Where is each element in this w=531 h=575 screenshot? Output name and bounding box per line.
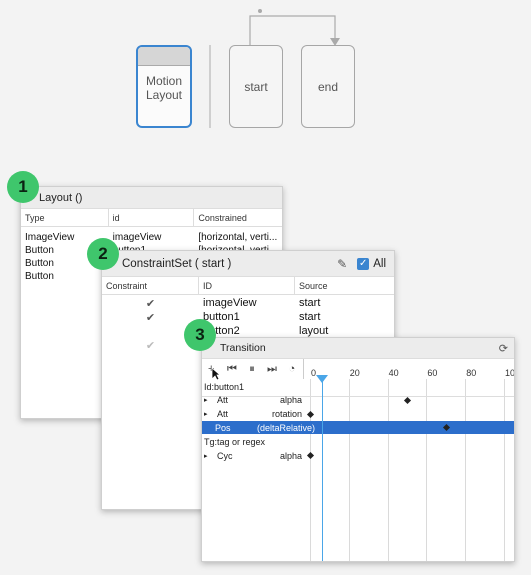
tick-label: 80: [466, 368, 477, 378]
timeline-area: 020406080100Id:button1▸Attalpha▸Attrotat…: [202, 359, 514, 561]
timeline-track[interactable]: ▸ Att alpha: [202, 394, 514, 407]
expand-arrow-icon[interactable]: ▸: [202, 452, 215, 460]
table-row[interactable]: ✔ imageView start: [102, 296, 394, 310]
constraint-source: start: [299, 311, 321, 323]
all-checkbox-label: All: [373, 257, 386, 270]
end-state-node[interactable]: end: [301, 45, 355, 128]
constraint-id: imageView: [203, 297, 257, 309]
skip-back-icon[interactable]: ⏮: [222, 363, 242, 376]
constraintset-title: ConstraintSet ( start ): [122, 257, 232, 270]
check-icon: ✔: [145, 297, 156, 310]
motion-layout-label: Motion Layout: [145, 74, 183, 102]
constraint-source: start: [299, 297, 321, 309]
track-name: Att: [217, 395, 229, 406]
table-cell: Button: [25, 271, 54, 282]
start-state-node[interactable]: start: [229, 45, 283, 128]
table-row[interactable]: ✔ button1 start: [102, 310, 394, 324]
transition-panel: Transition ⟳ + ⏮ ⏸ ⏭ ◔ 020406080100Id:bu…: [201, 337, 515, 562]
skip-forward-icon[interactable]: ⏭: [262, 363, 282, 376]
table-row[interactable]: ImageView imageView [horizontal, verti...: [21, 231, 282, 244]
mouse-cursor-icon: [211, 367, 221, 381]
constraint-source: layout: [299, 325, 329, 337]
column-constraint: Constraint: [102, 277, 199, 294]
playhead-handle[interactable]: [316, 375, 329, 383]
column-id: id: [109, 209, 195, 226]
transition-title: Transition: [220, 342, 266, 354]
constraintset-table-header: Constraint ID Source: [102, 277, 394, 295]
table-cell: [horizontal, verti...: [198, 232, 278, 243]
start-state-label: start: [244, 79, 268, 94]
motion-layout-node[interactable]: Motion Layout: [136, 45, 192, 128]
toolbar-separator: [303, 359, 304, 379]
column-constrained: Constrained: [198, 212, 247, 223]
timeline-track[interactable]: ▸ Att rotation: [202, 408, 514, 421]
expand-arrow-icon[interactable]: ▸: [202, 396, 215, 404]
track-attribute: (deltaRelative): [257, 422, 316, 433]
badge-2: 2: [87, 238, 119, 270]
transition-titlebar: Transition ⟳: [202, 338, 514, 359]
check-icon: ✔: [145, 311, 156, 324]
playhead-line[interactable]: [321, 379, 323, 561]
timeline-group-header[interactable]: Tg:tag or regex: [202, 435, 514, 448]
layout-panel-title: Layout (): [21, 187, 282, 209]
tick-label: 40: [388, 368, 399, 378]
track-attribute: alpha: [279, 450, 302, 461]
speed-icon[interactable]: ◔: [282, 363, 302, 375]
column-id: ID: [199, 277, 295, 294]
pause-icon[interactable]: ⏸: [242, 363, 262, 376]
column-source: Source: [299, 280, 328, 291]
table-cell: imageView: [112, 232, 162, 243]
timeline-track[interactable]: ▸ Cyc alpha: [202, 449, 514, 462]
track-name: Att: [217, 409, 229, 420]
all-checkbox[interactable]: ✓: [357, 257, 370, 270]
group-label: Id:button1: [204, 381, 245, 392]
layout-table-header: Type id Constrained: [21, 209, 282, 227]
constraintset-titlebar: ConstraintSet ( start ) ✎ ✓ All: [102, 251, 394, 277]
track-attribute: rotation: [271, 409, 302, 420]
group-label: Tg:tag or regex: [204, 436, 266, 447]
divider: [209, 45, 211, 128]
table-row[interactable]: button2 layout: [102, 324, 394, 338]
tick-label: 60: [427, 368, 438, 378]
timeline-group-header[interactable]: Id:button1: [202, 380, 514, 393]
transition-arrow: [249, 9, 340, 46]
tick-label: 20: [349, 368, 360, 378]
constraint-id: button1: [203, 311, 240, 323]
tick-label: 100: [505, 368, 515, 378]
timeline-track-selected[interactable]: Pos (deltaRelative): [202, 421, 514, 435]
motion-layout-header: [138, 47, 190, 66]
track-name: Pos: [215, 422, 231, 433]
expand-arrow-icon[interactable]: ▸: [202, 410, 215, 418]
end-state-label: end: [317, 79, 339, 94]
badge-3: 3: [184, 319, 216, 351]
track-name: Cyc: [217, 450, 233, 461]
cycle-icon[interactable]: ⟳: [499, 342, 508, 355]
edit-pencil-icon[interactable]: ✎: [337, 257, 347, 271]
track-attribute: alpha: [279, 395, 302, 406]
badge-1: 1: [7, 171, 39, 203]
column-type: Type: [21, 209, 109, 226]
